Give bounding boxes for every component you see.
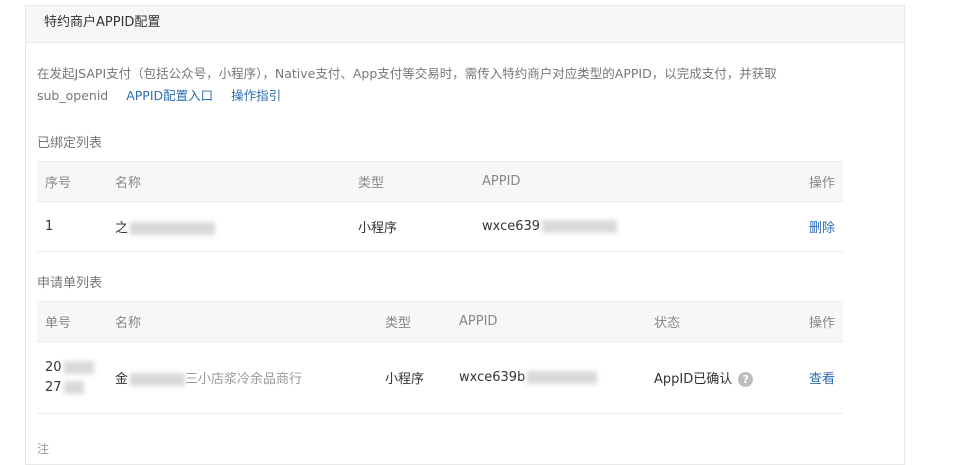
redacted-number	[63, 380, 84, 394]
row-name: 之	[115, 201, 358, 252]
bound-table-header: 序号 名称 类型 APPID 操作	[37, 161, 843, 202]
row-number: 20 27	[37, 341, 115, 414]
panel-title: 特约商户APPID配置	[26, 6, 904, 43]
redacted-appid	[527, 371, 598, 384]
row-appid: wxce639	[482, 201, 782, 252]
operation-guide-link[interactable]: 操作指引	[231, 88, 281, 103]
col-type: 类型	[385, 301, 459, 342]
row-appid: wxce639b	[459, 341, 654, 414]
table-row: 1 之 小程序 wxce639 删除	[37, 201, 843, 252]
col-action: 操作	[782, 161, 843, 202]
row-type: 小程序	[358, 201, 482, 252]
bound-list-title: 已绑定列表	[37, 136, 103, 151]
row-action: 删除	[782, 201, 843, 252]
redacted-number	[63, 360, 94, 374]
bound-table: 序号 名称 类型 APPID 操作 1 之 小程序 wxce639 删除	[37, 161, 843, 252]
application-list-title: 申请单列表	[37, 276, 103, 291]
application-table: 单号 名称 类型 APPID 状态 操作 20 27 金三小店浆冷余品商行 小程…	[37, 301, 843, 414]
footer-note: 注	[37, 442, 50, 456]
row-action: 查看	[794, 341, 843, 414]
row-name: 金三小店浆冷余品商行	[115, 341, 385, 414]
col-name: 名称	[115, 301, 385, 342]
col-number: 单号	[37, 301, 115, 342]
col-appid: APPID	[459, 301, 654, 342]
table-row: 20 27 金三小店浆冷余品商行 小程序 wxce639b AppID已确认? …	[37, 341, 843, 414]
col-type: 类型	[358, 161, 482, 202]
description: 在发起JSAPI支付（包括公众号，小程序），Native支付、App支付等交易时…	[37, 63, 847, 107]
view-link[interactable]: 查看	[809, 372, 835, 387]
col-appid: APPID	[482, 161, 782, 202]
redacted-name	[130, 373, 186, 386]
redacted-name	[130, 222, 216, 235]
delete-link[interactable]: 删除	[809, 221, 835, 236]
row-index: 1	[37, 201, 115, 252]
col-index: 序号	[37, 161, 115, 202]
help-icon[interactable]: ?	[738, 372, 754, 387]
col-status: 状态	[654, 301, 794, 342]
col-name: 名称	[115, 161, 358, 202]
col-action: 操作	[794, 301, 843, 342]
appid-config-link[interactable]: APPID配置入口	[126, 88, 213, 103]
redacted-appid	[542, 220, 618, 233]
application-table-header: 单号 名称 类型 APPID 状态 操作	[37, 301, 843, 342]
row-status: AppID已确认?	[654, 341, 794, 414]
row-type: 小程序	[385, 341, 459, 414]
